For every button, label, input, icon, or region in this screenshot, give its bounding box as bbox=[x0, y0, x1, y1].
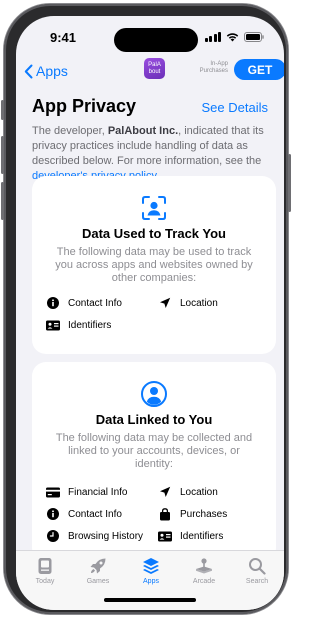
item-label: Contact Info bbox=[68, 297, 122, 309]
item-label: Location bbox=[180, 486, 218, 498]
tab-search[interactable]: Search bbox=[237, 557, 277, 585]
shopping-bag-icon bbox=[160, 507, 170, 520]
app-icon: PalAbout bbox=[144, 58, 165, 79]
card-subtitle: The following data may be collected and … bbox=[55, 432, 253, 470]
app-icon-text: PalAbout bbox=[148, 61, 161, 75]
card-title: Data Used to Track You bbox=[81, 226, 226, 241]
tab-label: Search bbox=[245, 578, 269, 585]
page-title: App Privacy bbox=[32, 96, 137, 116]
joystick-icon bbox=[196, 558, 212, 574]
data-item-financial-info: Financial Info bbox=[46, 485, 127, 499]
privacy-content: App Privacy See Details The developer, P… bbox=[16, 90, 284, 184]
item-label: Financial Info bbox=[68, 486, 128, 498]
data-item-identifiers: Identifiers bbox=[158, 529, 223, 543]
item-label: Browsing History bbox=[68, 530, 144, 542]
item-label: Purchases bbox=[180, 508, 228, 520]
navigation-bar: Apps PalAbout In-App Purchases GET bbox=[16, 56, 284, 90]
screen: 9:41 Apps PalAbout In-App Purchases GET … bbox=[16, 16, 284, 610]
data-item-contact-info: Contact Info bbox=[46, 296, 122, 310]
phone-frame: 9:41 Apps PalAbout In-App Purchases GET … bbox=[1, 4, 291, 614]
rocket-icon bbox=[90, 558, 106, 574]
layers-icon bbox=[143, 558, 159, 574]
tab-today[interactable]: Today bbox=[25, 557, 65, 585]
id-card-icon bbox=[158, 531, 172, 541]
data-item-contact-info: Contact Info bbox=[46, 507, 122, 521]
wifi-icon bbox=[226, 33, 239, 42]
tab-games[interactable]: Games bbox=[78, 557, 118, 585]
status-icons bbox=[204, 32, 265, 42]
section-header: App Privacy See Details bbox=[16, 90, 284, 118]
linked-data-card[interactable]: Data Linked to You The following data ma… bbox=[32, 362, 276, 562]
back-button[interactable]: Apps bbox=[24, 63, 68, 79]
privacy-description: The developer, PalAbout Inc., indicated … bbox=[32, 124, 268, 184]
location-icon bbox=[160, 297, 171, 308]
info-icon bbox=[47, 508, 59, 520]
item-label: Location bbox=[180, 297, 218, 309]
clock-icon bbox=[47, 530, 59, 542]
data-item-browsing-history: Browsing History bbox=[46, 529, 143, 543]
data-item-location: Location bbox=[158, 296, 218, 310]
card-title: Data Linked to You bbox=[95, 412, 213, 427]
person-icon bbox=[141, 381, 167, 407]
chevron-left-icon bbox=[24, 64, 33, 78]
card-subtitle: The following data may be used to track … bbox=[55, 246, 253, 284]
tracking-data-card[interactable]: Data Used to Track You The following dat… bbox=[32, 176, 276, 354]
credit-card-icon bbox=[46, 487, 60, 497]
desc-prefix: The developer, bbox=[32, 125, 108, 137]
id-card-icon bbox=[46, 320, 60, 330]
battery-icon bbox=[244, 32, 264, 42]
volume-up-button bbox=[1, 136, 4, 174]
tab-label: Today bbox=[35, 578, 55, 585]
dynamic-island bbox=[114, 28, 198, 52]
action-button bbox=[1, 100, 4, 120]
volume-down-button bbox=[1, 182, 4, 220]
tab-label: Arcade bbox=[192, 578, 216, 585]
cellular-signal-icon bbox=[204, 32, 221, 42]
tab-apps[interactable]: Apps bbox=[131, 557, 171, 585]
in-app-purchases-label: In-App Purchases bbox=[199, 61, 228, 74]
item-label: Identifiers bbox=[180, 530, 224, 542]
data-item-identifiers: Identifiers bbox=[46, 318, 111, 332]
data-item-purchases: Purchases bbox=[158, 507, 227, 521]
see-details-link[interactable]: See Details bbox=[202, 100, 268, 115]
item-label: Contact Info bbox=[68, 508, 122, 520]
location-icon bbox=[160, 486, 171, 497]
home-indicator[interactable] bbox=[104, 598, 196, 602]
data-item-location: Location bbox=[158, 485, 218, 499]
developer-name: PalAbout Inc. bbox=[107, 125, 179, 137]
tab-label: Games bbox=[86, 578, 110, 585]
power-button bbox=[288, 154, 291, 212]
info-icon bbox=[47, 297, 59, 309]
search-icon bbox=[249, 558, 266, 575]
tab-label: Apps bbox=[143, 578, 159, 585]
get-button[interactable]: GET bbox=[234, 59, 284, 80]
status-time: 9:41 bbox=[50, 30, 77, 45]
back-label: Apps bbox=[36, 63, 68, 79]
tab-arcade[interactable]: Arcade bbox=[184, 557, 224, 585]
tracking-icon bbox=[142, 196, 166, 220]
today-icon bbox=[38, 558, 52, 574]
item-label: Identifiers bbox=[68, 319, 112, 331]
